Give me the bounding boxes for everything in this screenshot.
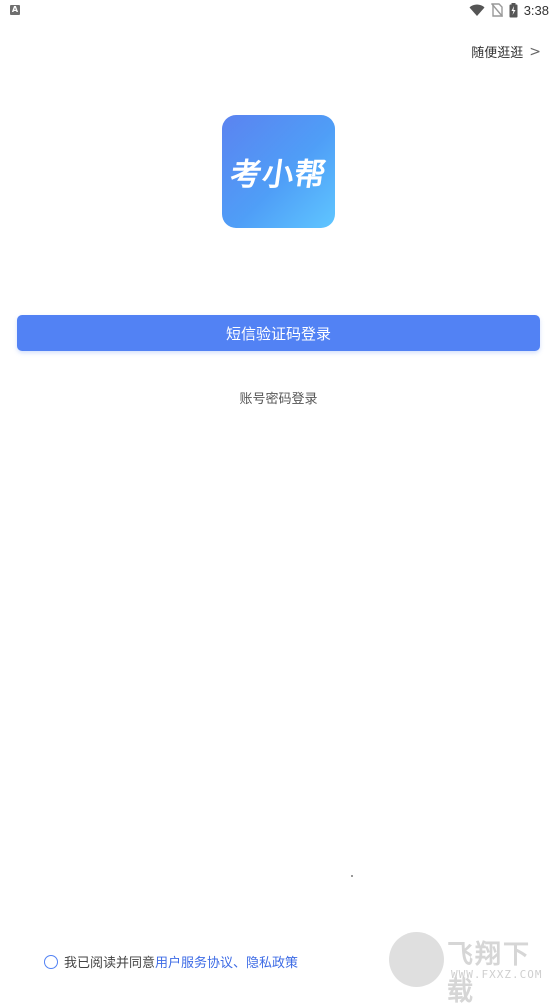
browse-around-link[interactable]: 随便逛逛 > bbox=[471, 42, 541, 62]
decorative-dot bbox=[351, 875, 353, 877]
agreement-separator: 、 bbox=[233, 956, 247, 971]
clock: 3:38 bbox=[523, 2, 549, 18]
battery-charging-icon bbox=[509, 2, 518, 18]
status-icons: 3:38 bbox=[469, 2, 549, 18]
app-logo: 考小帮 bbox=[222, 115, 335, 228]
wifi-icon bbox=[469, 4, 485, 17]
no-sim-icon bbox=[490, 3, 503, 17]
watermark-domain: WWW.FXXZ.COM bbox=[451, 968, 543, 981]
agreement-prefix: 我已阅读并同意 bbox=[64, 956, 156, 971]
agreement-text: 我已阅读并同意 用户服务协议 、 隐私政策 bbox=[64, 952, 298, 971]
watermark: 飞翔下载 WWW.FXXZ.COM bbox=[389, 932, 549, 1007]
app-logo-text: 考小帮 bbox=[227, 157, 329, 193]
status-bar: A 3:38 bbox=[0, 0, 557, 22]
notification-icon: A bbox=[10, 5, 20, 15]
chevron-right-icon: > bbox=[529, 43, 541, 60]
user-agreement-link[interactable]: 用户服务协议 bbox=[155, 952, 233, 971]
password-login-link[interactable]: 账号密码登录 bbox=[0, 388, 557, 407]
watermark-logo-icon bbox=[389, 932, 444, 987]
privacy-policy-link[interactable]: 隐私政策 bbox=[246, 952, 298, 971]
agreement-row: 我已阅读并同意 用户服务协议 、 隐私政策 bbox=[44, 952, 298, 971]
sms-login-button[interactable]: 短信验证码登录 bbox=[17, 315, 540, 351]
agreement-checkbox[interactable] bbox=[44, 954, 58, 969]
browse-around-label: 随便逛逛 bbox=[471, 46, 524, 61]
